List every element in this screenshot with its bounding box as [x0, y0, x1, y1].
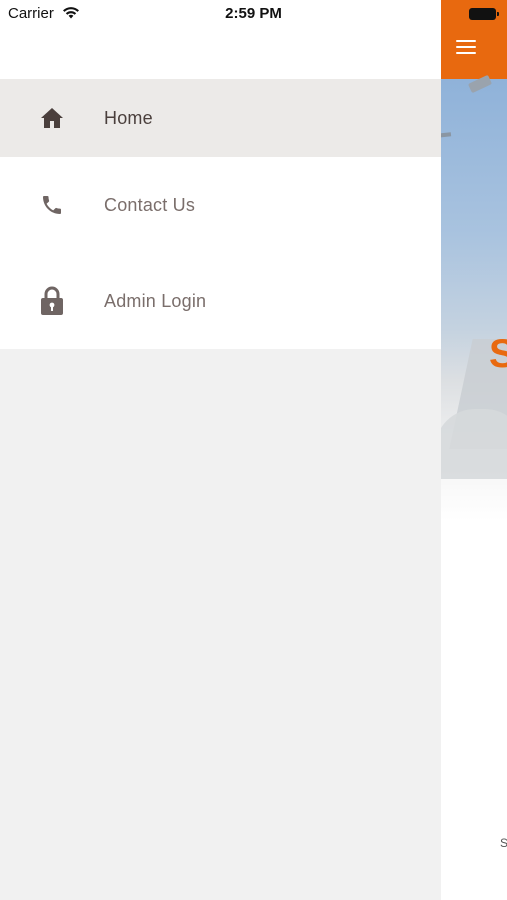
airplane-shape-2 — [441, 132, 452, 138]
lock-icon — [38, 286, 66, 315]
menu-item-home[interactable]: Home — [0, 79, 441, 157]
menu-item-label: Contact Us — [104, 194, 196, 215]
background-app: S S — [441, 0, 507, 900]
phone-icon — [38, 191, 66, 219]
footer-text-fragment: S — [500, 836, 507, 850]
cloud-shape — [441, 409, 507, 479]
menu-item-contact-us[interactable]: Contact Us — [0, 157, 441, 253]
navigation-drawer: Carrier 2:59 PM Home Contact Us Admin Lo… — [0, 0, 441, 900]
hero-image: S — [441, 74, 507, 599]
menu-item-label: Home — [104, 107, 153, 128]
drawer-menu: Home Contact Us Admin Login — [0, 79, 441, 349]
home-icon — [38, 104, 66, 132]
hero-title-fragment: S — [489, 332, 507, 376]
status-time: 2:59 PM — [225, 5, 282, 22]
hamburger-menu-icon[interactable] — [456, 40, 478, 57]
menu-item-label: Admin Login — [104, 290, 207, 311]
menu-item-admin-login[interactable]: Admin Login — [0, 253, 441, 349]
